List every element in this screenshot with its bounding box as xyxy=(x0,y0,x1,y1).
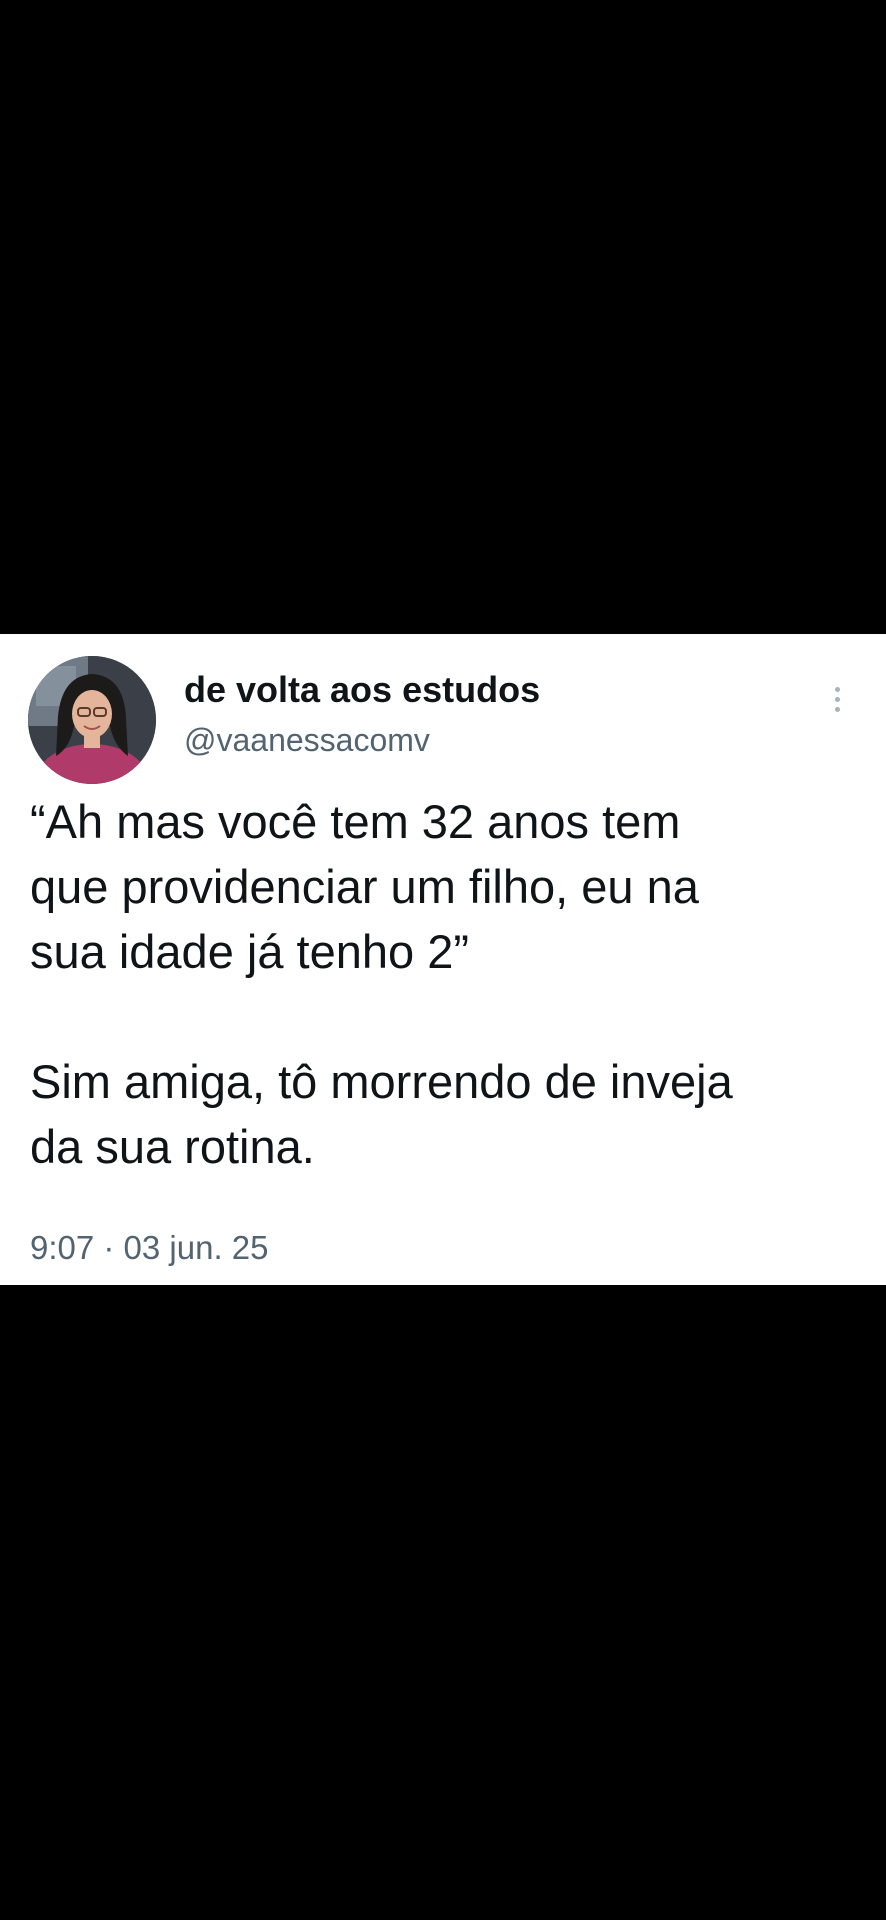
avatar-image xyxy=(28,656,156,784)
tweet-text: “Ah mas você tem 32 anos tem que provide… xyxy=(30,789,870,1179)
user-handle[interactable]: @vaanessacomv xyxy=(184,724,430,756)
tweet-paragraph: “Ah mas você tem 32 anos tem que provide… xyxy=(30,795,699,978)
tweet-paragraph: Sim amiga, tô morrendo de inveja da sua … xyxy=(30,1055,733,1173)
more-options-button[interactable] xyxy=(822,674,852,724)
more-vertical-icon-dot xyxy=(834,706,840,712)
display-name[interactable]: de volta aos estudos xyxy=(184,672,540,708)
tweet-timestamp[interactable]: 9:07 · 03 jun. 25 xyxy=(30,1231,269,1264)
avatar[interactable] xyxy=(28,656,156,784)
more-vertical-icon xyxy=(834,686,840,692)
tweet-card[interactable]: de volta aos estudos @vaanessacomv “Ah m… xyxy=(0,634,886,1285)
more-vertical-icon-dot xyxy=(834,696,840,702)
